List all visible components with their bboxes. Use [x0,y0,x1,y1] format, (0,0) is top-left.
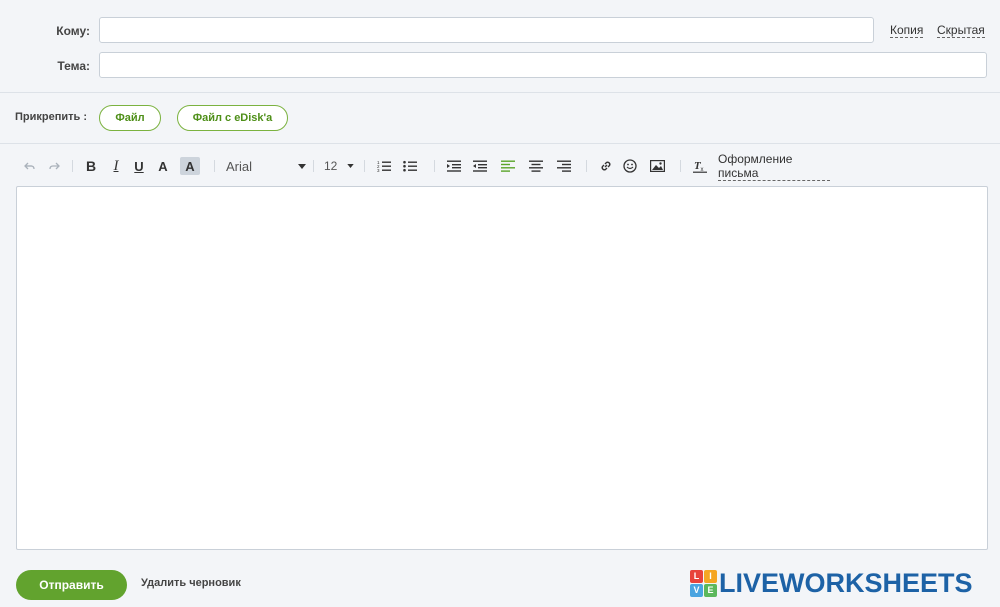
bg-color-button[interactable]: A [180,157,200,175]
undo-icon [24,162,35,170]
message-editor[interactable] [16,186,988,550]
attach-divider [0,143,1000,144]
subject-input[interactable] [99,52,987,78]
logo-grid-cell: L [690,569,703,583]
logo-grid-cell: I [704,569,717,583]
outdent-icon [473,160,487,172]
toolbar-separator [364,160,365,172]
link-icon [601,161,611,171]
bcc-link[interactable]: Скрытая [937,23,985,38]
header-divider [0,92,1000,93]
align-left-icon [501,160,515,172]
logo-grid-cell: E [704,583,717,597]
font-size-select[interactable]: 12 [324,155,354,177]
bold-button[interactable]: B [84,155,98,177]
smiley-icon [623,159,637,173]
toolbar-separator [313,160,314,172]
toolbar-separator [434,160,435,172]
clear-format-icon: Tx [693,160,707,173]
toolbar-separator [586,160,587,172]
caret-down-icon [347,164,354,168]
align-right-icon [557,160,571,172]
link-button[interactable] [598,155,614,177]
indent-button[interactable] [446,155,462,177]
attach-edisk-button[interactable]: Файл с eDisk'a [177,105,288,131]
send-button[interactable]: Отправить [16,570,127,600]
emoji-button[interactable] [622,155,638,177]
logo-grid-cell: V [690,583,703,597]
image-icon [649,160,665,172]
letter-design-link[interactable]: Оформление письма [718,152,830,181]
to-label: Кому: [56,24,90,38]
ordered-list-button[interactable]: 123 [376,155,392,177]
delete-draft-link[interactable]: Удалить черновик [141,577,241,589]
font-family-value: Arial [226,158,253,174]
svg-text:3: 3 [377,168,380,172]
toolbar-separator [214,160,215,172]
liveworksheets-logo: L I V E LIVEWORKSHEETS [690,565,973,601]
cc-link[interactable]: Копия [890,23,924,38]
logo-grid-icon: L I V E [690,569,717,597]
toolbar-separator [72,160,73,172]
toolbar-separator [680,160,681,172]
bullet-list-icon [403,160,417,172]
clear-format-button[interactable]: Tx [692,155,708,177]
redo-button[interactable] [46,155,62,177]
attach-label: Прикрепить : [15,111,88,123]
underline-button[interactable]: U [132,155,146,177]
to-input[interactable] [99,17,874,43]
outdent-button[interactable] [472,155,488,177]
align-left-button[interactable] [500,155,516,177]
subject-label: Тема: [57,59,90,73]
logo-text: LIVEWORKSHEETS [719,567,973,598]
align-center-button[interactable] [528,155,544,177]
text-color-button[interactable]: A [156,155,170,177]
font-family-select[interactable]: Arial [226,155,306,177]
caret-down-icon [298,163,306,169]
undo-button[interactable] [22,155,38,177]
italic-button[interactable]: I [109,155,123,177]
align-right-button[interactable] [556,155,572,177]
letter-design-label: Оформление письма [718,152,830,181]
bullet-list-button[interactable] [402,155,418,177]
redo-icon [49,162,60,170]
font-size-value: 12 [324,159,338,173]
indent-icon [447,160,461,172]
attach-file-button[interactable]: Файл [99,105,161,131]
ordered-list-icon: 123 [377,160,391,172]
align-center-icon [529,160,543,172]
image-button[interactable] [648,155,666,177]
